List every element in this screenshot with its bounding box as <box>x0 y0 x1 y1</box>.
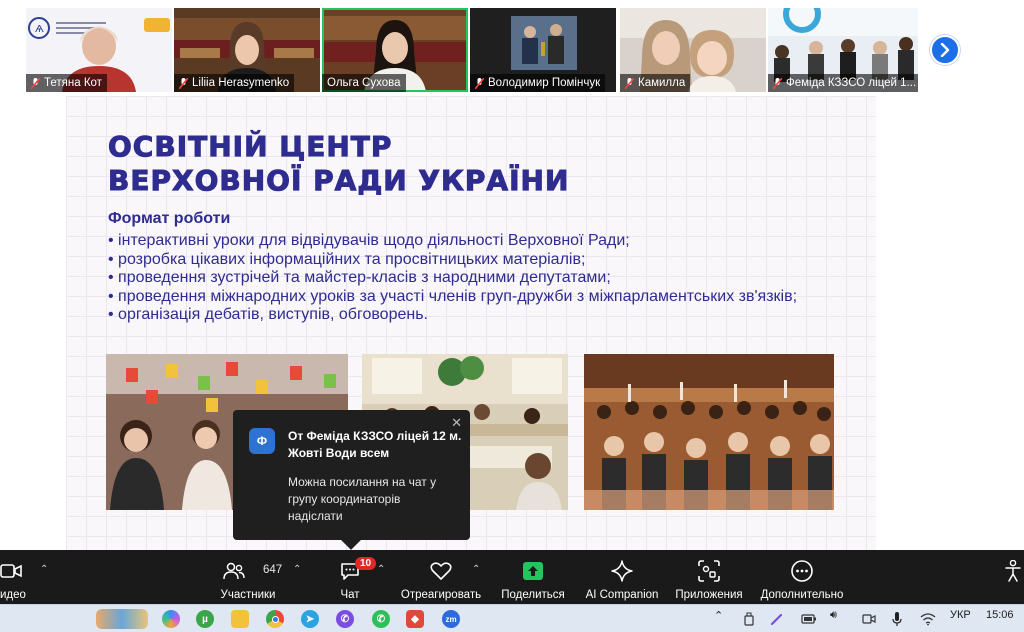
reactions-label: Отреагировать <box>400 589 482 601</box>
participant-name-bar: Liliia Herasymenko <box>174 74 295 92</box>
slide-bullet: проведення зустрічей та майстер-класів з… <box>108 269 838 288</box>
windows-taskbar: µ ➤ ✆ ✆ ◆ zm ⌃ 🔊︎ УКР 15:06 <box>0 604 1024 632</box>
slide-photo-session-hall <box>584 354 834 510</box>
participant-name: Камилла <box>638 77 686 89</box>
person-icon <box>1005 560 1021 582</box>
apps-label: Приложения <box>675 589 743 601</box>
participant-tile[interactable]: Камилла <box>620 8 766 92</box>
participant-gallery: Ѧ Тетяна Кот Liliia Herasymenko Ольга Су… <box>0 0 1024 96</box>
volume-icon[interactable]: 🔊︎ <box>830 609 837 622</box>
whatsapp-icon[interactable]: ✆ <box>372 610 390 628</box>
share-label: Поделиться <box>501 589 565 601</box>
accessibility-button[interactable] <box>1004 550 1024 604</box>
utorrent-icon[interactable]: µ <box>196 610 214 628</box>
participant-tile-active-speaker[interactable]: Ольга Сухова <box>322 8 468 92</box>
taskbar-clock[interactable]: 15:06 <box>986 609 1014 621</box>
apps-icon <box>698 560 720 582</box>
tray-overflow-chevron-icon[interactable]: ⌃ <box>714 609 723 622</box>
svg-text:Ѧ: Ѧ <box>35 24 44 35</box>
share-screen-button[interactable]: Поделиться <box>498 550 568 604</box>
slide-subtitle: Формат роботи <box>108 210 231 227</box>
video-camera-icon <box>0 564 22 578</box>
participant-tile[interactable]: Ѧ Тетяна Кот <box>26 8 172 92</box>
participants-count: 647 <box>263 564 283 576</box>
participant-name: Феміда КЗЗСО ліцей 1... <box>786 77 917 89</box>
shared-slide: ОСВІТНІЙ ЦЕНТР ВЕРХОВНОЇ РАДИ УКРАЇНИ Фо… <box>66 96 876 550</box>
meeting-toolbar: идео ⌃ Участники 647 ⌃ Чат ⌃ Отреагирова… <box>0 550 1024 604</box>
participants-button[interactable]: Участники <box>218 550 278 604</box>
slide-bullet: проведення міжнародних уроків за участі … <box>108 288 838 307</box>
file-explorer-icon[interactable] <box>231 610 249 628</box>
ai-sparkle-icon <box>611 560 633 582</box>
video-options-caret[interactable]: ⌃ <box>40 564 48 575</box>
slide-title-line-1: ОСВІТНІЙ ЦЕНТР <box>107 130 393 164</box>
gallery-next-page-button[interactable] <box>930 35 960 65</box>
more-label: Дополнительно <box>760 589 844 601</box>
slide-bullet: інтерактивні уроки для відвідувачів щодо… <box>108 232 838 251</box>
participant-tile[interactable]: Феміда КЗЗСО ліцей 1... <box>768 8 918 92</box>
reactions-button[interactable]: Отреагировать <box>398 550 484 604</box>
participants-options-caret[interactable]: ⌃ <box>293 564 301 575</box>
mic-muted-icon <box>773 77 782 89</box>
pen-icon[interactable] <box>770 612 784 626</box>
battery-icon[interactable] <box>801 613 817 625</box>
participant-name-bar: Тетяна Кот <box>26 74 107 92</box>
chat-options-caret[interactable]: ⌃ <box>377 564 385 575</box>
copilot-icon[interactable] <box>162 610 180 628</box>
video-label: идео <box>0 589 26 601</box>
more-button[interactable]: Дополнительно <box>756 550 848 604</box>
zoom-taskbar-label: zm <box>445 614 457 624</box>
sender-avatar: Ф <box>249 428 275 454</box>
participant-name: Liliia Herasymenko <box>192 77 290 89</box>
chat-notification-toast[interactable]: ✕ Ф От Феміда КЗЗСО ліцей 12 м. Жовті Во… <box>233 410 470 540</box>
share-screen-icon <box>523 562 543 580</box>
chat-message-text: Можна посилання на чат у групу координат… <box>288 475 437 523</box>
apps-button[interactable]: Приложения <box>672 550 746 604</box>
chat-unread-badge: 10 <box>355 557 377 570</box>
wifi-icon[interactable] <box>920 612 936 626</box>
chat-label: Чат <box>340 589 360 601</box>
reactions-options-caret[interactable]: ⌃ <box>472 564 480 575</box>
anydesk-icon[interactable]: ◆ <box>406 610 424 628</box>
screen-share-area: ОСВІТНІЙ ЦЕНТР ВЕРХОВНОЇ РАДИ УКРАЇНИ Фо… <box>0 96 1024 550</box>
chrome-icon[interactable] <box>266 610 284 628</box>
slide-bullet-list: інтерактивні уроки для відвідувачів щодо… <box>108 232 838 325</box>
chat-sender-line: От Феміда КЗЗСО ліцей 12 м. Жовті Води в… <box>288 429 462 460</box>
telegram-icon[interactable]: ➤ <box>301 610 319 628</box>
participants-icon <box>223 562 245 580</box>
usb-drive-icon[interactable] <box>744 612 754 626</box>
video-button[interactable]: идео <box>0 550 30 604</box>
microphone-icon[interactable] <box>892 611 902 627</box>
meet-now-icon[interactable] <box>862 612 876 626</box>
weather-widget-icon[interactable] <box>96 609 148 629</box>
participant-name: Володимир Помінчук <box>488 77 601 89</box>
mic-muted-icon <box>179 77 188 89</box>
ai-companion-label: AI Companion <box>585 589 659 601</box>
mic-muted-icon <box>625 77 634 89</box>
participant-name-bar: Феміда КЗЗСО ліцей 1... <box>768 74 918 92</box>
zoom-taskbar-icon[interactable]: zm <box>442 610 460 628</box>
ai-companion-button[interactable]: AI Companion <box>584 550 660 604</box>
participant-name: Тетяна Кот <box>44 77 102 89</box>
slide-bullet: розробка цікавих інформаційних та просві… <box>108 251 838 270</box>
slide-bullet: організація дебатів, виступів, обговорен… <box>108 306 838 325</box>
slide-title: ОСВІТНІЙ ЦЕНТР ВЕРХОВНОЇ РАДИ УКРАЇНИ <box>107 130 570 198</box>
viber-icon[interactable]: ✆ <box>336 610 354 628</box>
mic-muted-icon <box>475 77 484 89</box>
keyboard-language-indicator[interactable]: УКР <box>950 609 971 621</box>
mic-muted-icon <box>31 77 40 89</box>
slide-title-line-2: ВЕРХОВНОЇ РАДИ УКРАЇНИ <box>107 164 570 198</box>
participant-tile[interactable]: Liliia Herasymenko <box>174 8 320 92</box>
participant-name: Ольга Сухова <box>327 77 401 89</box>
participants-label: Участники <box>220 589 276 601</box>
participant-tile[interactable]: Володимир Помінчук <box>470 8 616 92</box>
more-dots-icon <box>791 560 813 582</box>
heart-icon <box>430 562 452 580</box>
participant-name-bar: Володимир Помінчук <box>470 74 606 92</box>
participant-name-bar: Камилла <box>620 74 691 92</box>
participant-name-bar: Ольга Сухова <box>322 74 406 92</box>
chevron-right-icon <box>940 43 950 57</box>
